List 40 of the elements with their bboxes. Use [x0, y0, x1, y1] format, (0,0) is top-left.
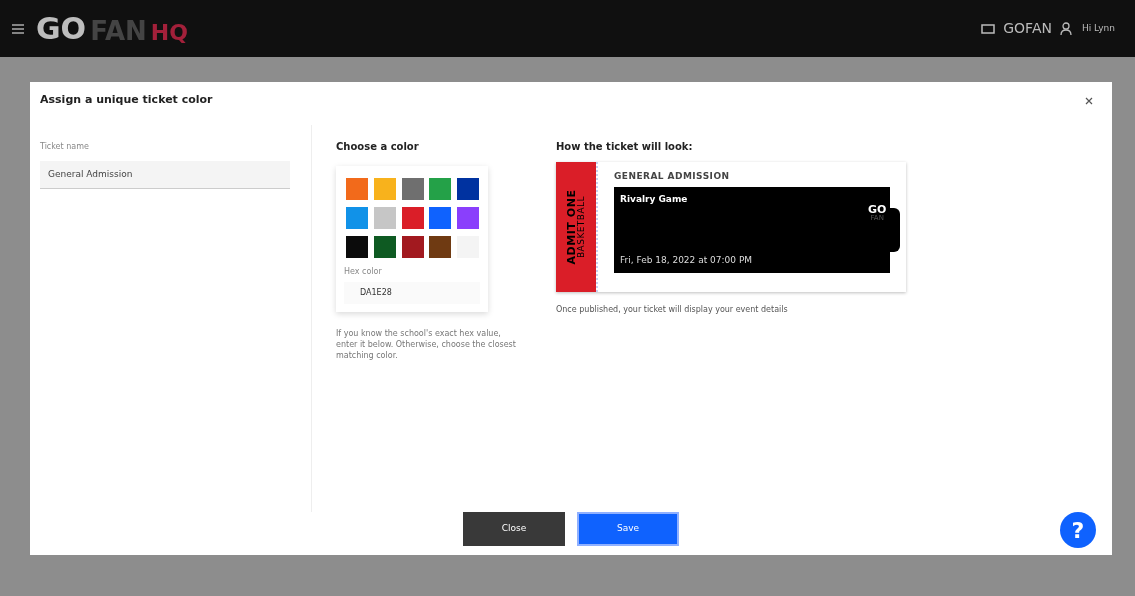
- user-greeting[interactable]: Hi Lynn: [1081, 21, 1115, 36]
- ticket-icon: [981, 23, 996, 34]
- color-swatch[interactable]: [346, 177, 368, 200]
- ticket-name-field[interactable]: General Admission: [40, 160, 290, 189]
- color-swatch[interactable]: [346, 235, 368, 258]
- color-swatch[interactable]: [373, 177, 396, 200]
- modal-title: Assign a unique ticket color: [40, 92, 213, 108]
- help-button[interactable]: ?: [1060, 512, 1096, 548]
- preview-note: Once published, your ticket will display your event details: [556, 303, 789, 316]
- event-name: Rivalry Game: [620, 193, 689, 206]
- color-swatch[interactable]: [429, 206, 452, 229]
- user-icon: [1059, 21, 1074, 36]
- color-swatch[interactable]: [373, 206, 396, 229]
- color-swatch[interactable]: [457, 206, 480, 229]
- close-button[interactable]: Close: [463, 512, 565, 546]
- logo-text: HQ: [150, 21, 188, 44]
- color-swatch[interactable]: [401, 177, 424, 200]
- help-text: If you know the school's exact hex value, enter it below. Otherwise, choose the closest matching color.: [336, 327, 516, 361]
- stub-text: ADMIT ONE: [566, 189, 577, 264]
- ticket-type: GENERAL ADMISSION: [614, 169, 731, 183]
- color-swatch[interactable]: [429, 235, 452, 258]
- logo-text: GO: [36, 13, 87, 44]
- ticket-logo: GO: [868, 203, 887, 215]
- stub-text: BASKETBALL: [577, 195, 586, 258]
- field-label: Ticket name: [40, 140, 90, 153]
- menu-icon[interactable]: [12, 23, 24, 34]
- hex-color-field[interactable]: DA1E28: [344, 281, 480, 304]
- save-button[interactable]: Save: [577, 512, 679, 546]
- field-label: Hex color: [344, 265, 383, 278]
- color-swatch[interactable]: [429, 177, 452, 200]
- close-icon[interactable]: [1084, 96, 1094, 106]
- color-swatch[interactable]: [373, 235, 396, 258]
- section-heading: How the ticket will look:: [556, 139, 694, 154]
- event-date: Fri, Feb 18, 2022 at 07:00 PM: [620, 253, 753, 267]
- color-swatch[interactable]: [401, 235, 424, 258]
- organization-name[interactable]: GOFAN: [1003, 18, 1052, 39]
- color-swatch[interactable]: [457, 177, 480, 200]
- color-swatch[interactable]: [346, 206, 368, 229]
- color-swatch[interactable]: [401, 206, 424, 229]
- section-heading: Choose a color: [336, 139, 420, 154]
